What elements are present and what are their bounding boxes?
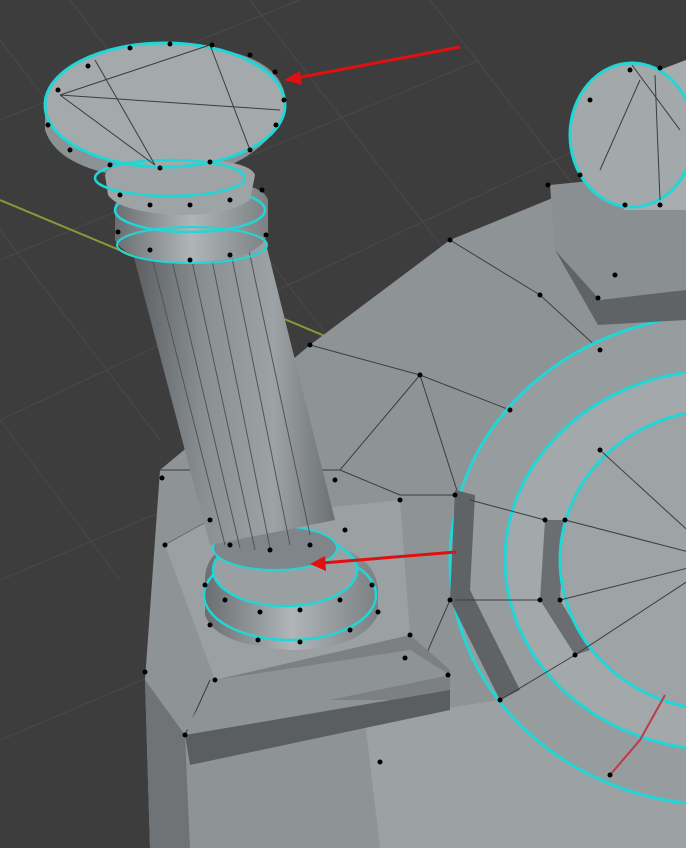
viewport-canvas[interactable] xyxy=(0,0,686,848)
3d-viewport[interactable] xyxy=(0,0,686,848)
